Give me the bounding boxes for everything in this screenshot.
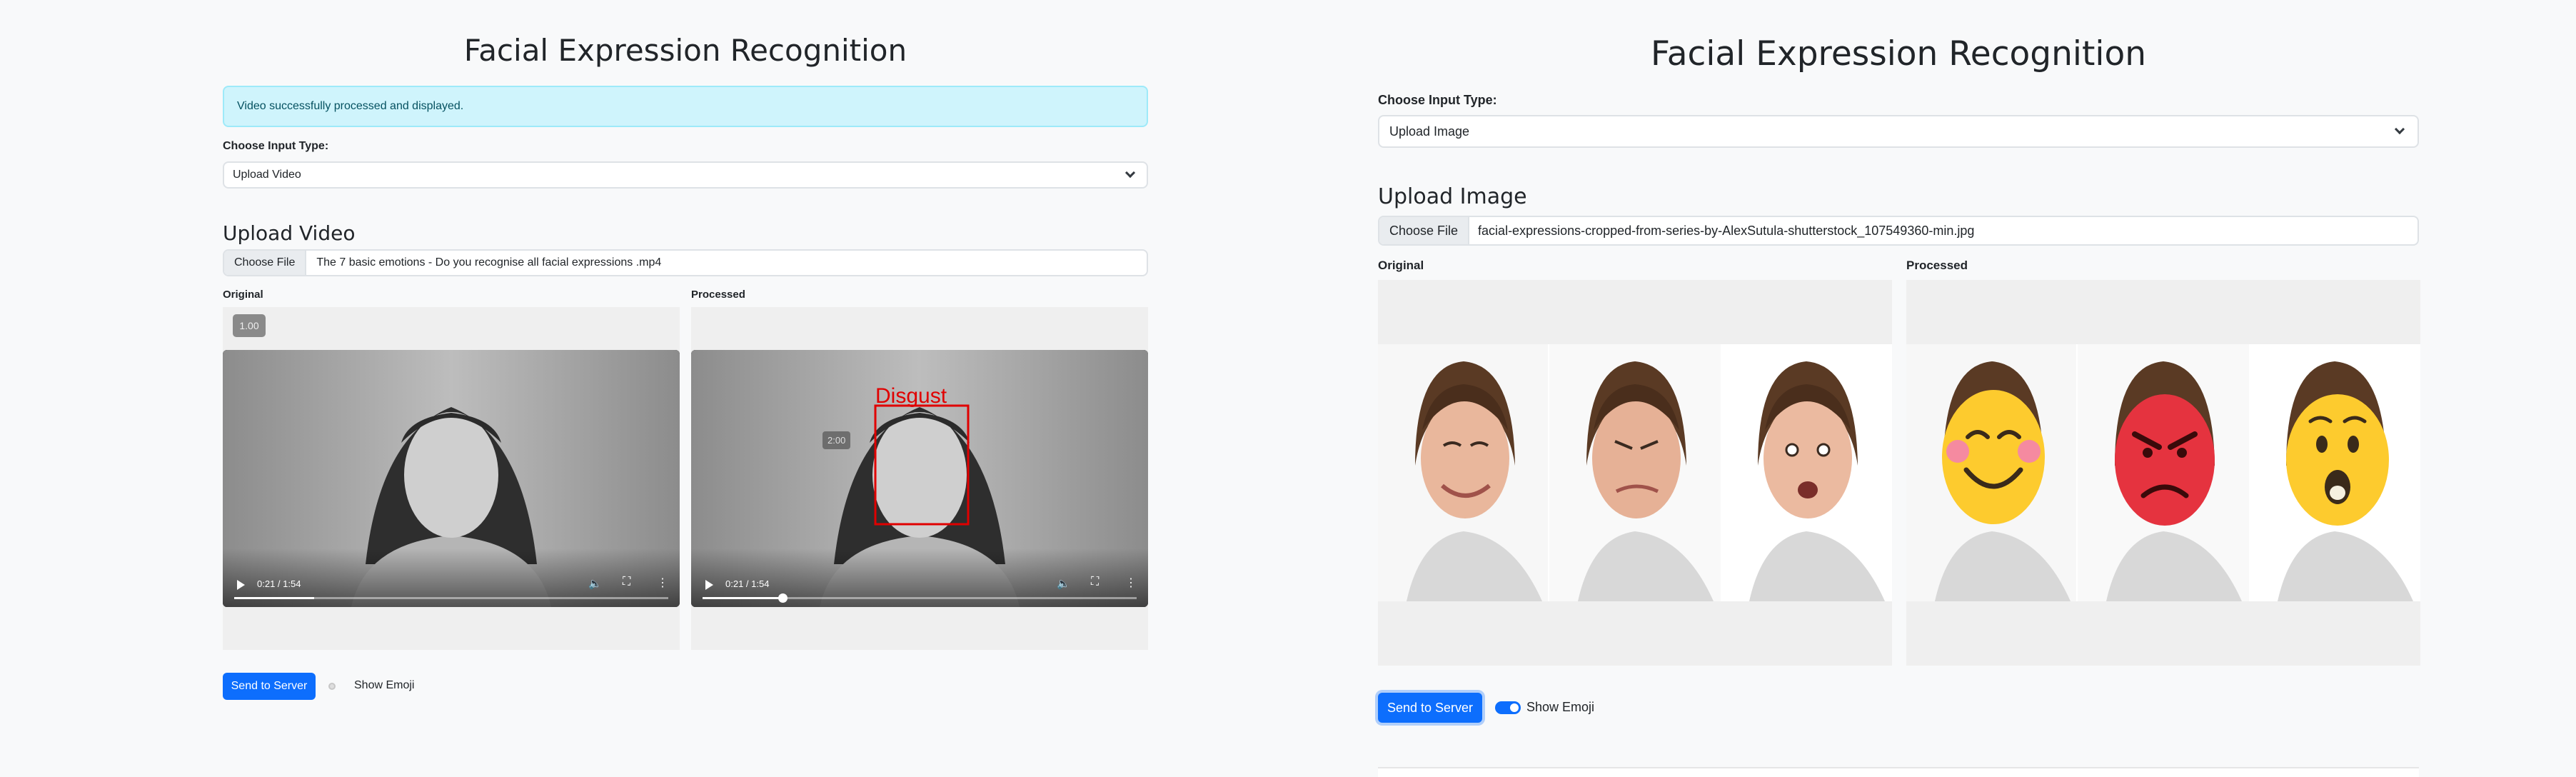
seek-time-tooltip: 2:00: [822, 431, 851, 449]
alert-text: Video successfully processed and display…: [237, 100, 464, 112]
choose-file-button[interactable]: Choose File: [224, 251, 307, 275]
fullscreen-icon[interactable]: ⛶: [1091, 576, 1099, 588]
send-to-server-button[interactable]: Send to Server: [223, 673, 316, 700]
face-1-emoji: [1906, 344, 2076, 601]
input-type-label: Choose Input Type:: [223, 140, 329, 152]
choose-file-label: Choose File: [1389, 223, 1459, 238]
show-emoji-radio[interactable]: [328, 683, 336, 690]
choose-file-label: Choose File: [234, 256, 296, 269]
original-video-container: 1.00 0:21 / 1:54 🔈 ⛶ ⋮: [223, 307, 680, 650]
input-type-label: Choose Input Type:: [1378, 93, 1497, 107]
play-icon[interactable]: [237, 580, 245, 590]
seek-bar[interactable]: [234, 597, 668, 599]
original-video-time: 0:21 / 1:54: [257, 578, 301, 589]
page-title: Facial Expression Recognition: [1650, 34, 2147, 74]
input-type-select[interactable]: Upload Video: [223, 161, 1148, 189]
show-emoji-toggle[interactable]: [1495, 701, 1521, 714]
original-video[interactable]: 0:21 / 1:54 🔈 ⛶ ⋮: [223, 350, 680, 607]
face-3: [1722, 344, 1892, 601]
processed-label: Processed: [691, 289, 745, 301]
chevron-down-icon: [2394, 124, 2405, 135]
processed-image: [1906, 344, 2420, 601]
seek-bar[interactable]: [703, 593, 1137, 603]
detection-label: Disgust: [875, 384, 947, 408]
file-name: The 7 basic emotions - Do you recognise …: [316, 256, 662, 269]
original-label: Original: [223, 289, 263, 301]
face-3-emoji: [2250, 344, 2420, 601]
video-controls: 0:21 / 1:54 🔈 ⛶ ⋮: [691, 548, 1148, 607]
more-options-icon[interactable]: ⋮: [657, 576, 668, 590]
seek-bar-fill: [234, 597, 314, 599]
left-panel: Facial Expression Recognition Video succ…: [0, 0, 1288, 777]
seek-bar-thumb[interactable]: [778, 593, 788, 603]
original-image-container: [1378, 280, 1892, 666]
chevron-down-icon: [1125, 167, 1136, 179]
show-emoji-label: Show Emoji: [354, 679, 415, 691]
file-name: facial-expressions-cropped-from-series-b…: [1478, 223, 1975, 238]
face-1: [1378, 344, 1548, 601]
input-type-select[interactable]: Upload Image: [1378, 115, 2419, 148]
original-label: Original: [1378, 259, 1424, 272]
processed-image-container: [1906, 280, 2420, 666]
success-alert: Video successfully processed and display…: [223, 86, 1148, 127]
file-input[interactable]: Choose File The 7 basic emotions - Do yo…: [223, 249, 1148, 276]
volume-icon[interactable]: 🔈: [588, 577, 602, 590]
face-2-emoji: [2078, 344, 2249, 601]
seek-bar-fill: [703, 593, 788, 603]
upload-title: Upload Image: [1378, 184, 1527, 209]
play-icon[interactable]: [705, 580, 713, 590]
processed-label: Processed: [1906, 259, 1968, 272]
input-type-value: Upload Image: [1389, 124, 1470, 139]
volume-icon[interactable]: 🔈: [1057, 577, 1070, 590]
choose-file-button[interactable]: Choose File: [1379, 217, 1470, 244]
page-title: Facial Expression Recognition: [463, 33, 907, 68]
input-type-value: Upload Video: [233, 169, 301, 181]
show-emoji-label: Show Emoji: [1526, 700, 1595, 714]
send-to-server-button[interactable]: Send to Server: [1378, 693, 1482, 723]
playback-speed-badge: 1.00: [233, 314, 266, 337]
bottom-card-edge: [1378, 767, 2419, 777]
right-panel: Facial Expression Recognition Choose Inp…: [1288, 0, 2576, 777]
original-image: [1378, 344, 1892, 601]
processed-video[interactable]: Disgust 2:00 0:21 / 1:54 🔈 ⛶ ⋮: [691, 350, 1148, 607]
upload-title: Upload Video: [223, 221, 356, 245]
more-options-icon[interactable]: ⋮: [1125, 576, 1137, 590]
processed-video-container: Disgust 2:00 0:21 / 1:54 🔈 ⛶ ⋮: [691, 307, 1148, 650]
fullscreen-icon[interactable]: ⛶: [623, 576, 630, 588]
toggle-knob: [1510, 703, 1519, 712]
file-input[interactable]: Choose File facial-expressions-cropped-f…: [1378, 216, 2419, 246]
face-2: [1549, 344, 1721, 601]
processed-video-time: 0:21 / 1:54: [725, 578, 770, 589]
video-controls: 0:21 / 1:54 🔈 ⛶ ⋮: [223, 548, 680, 607]
